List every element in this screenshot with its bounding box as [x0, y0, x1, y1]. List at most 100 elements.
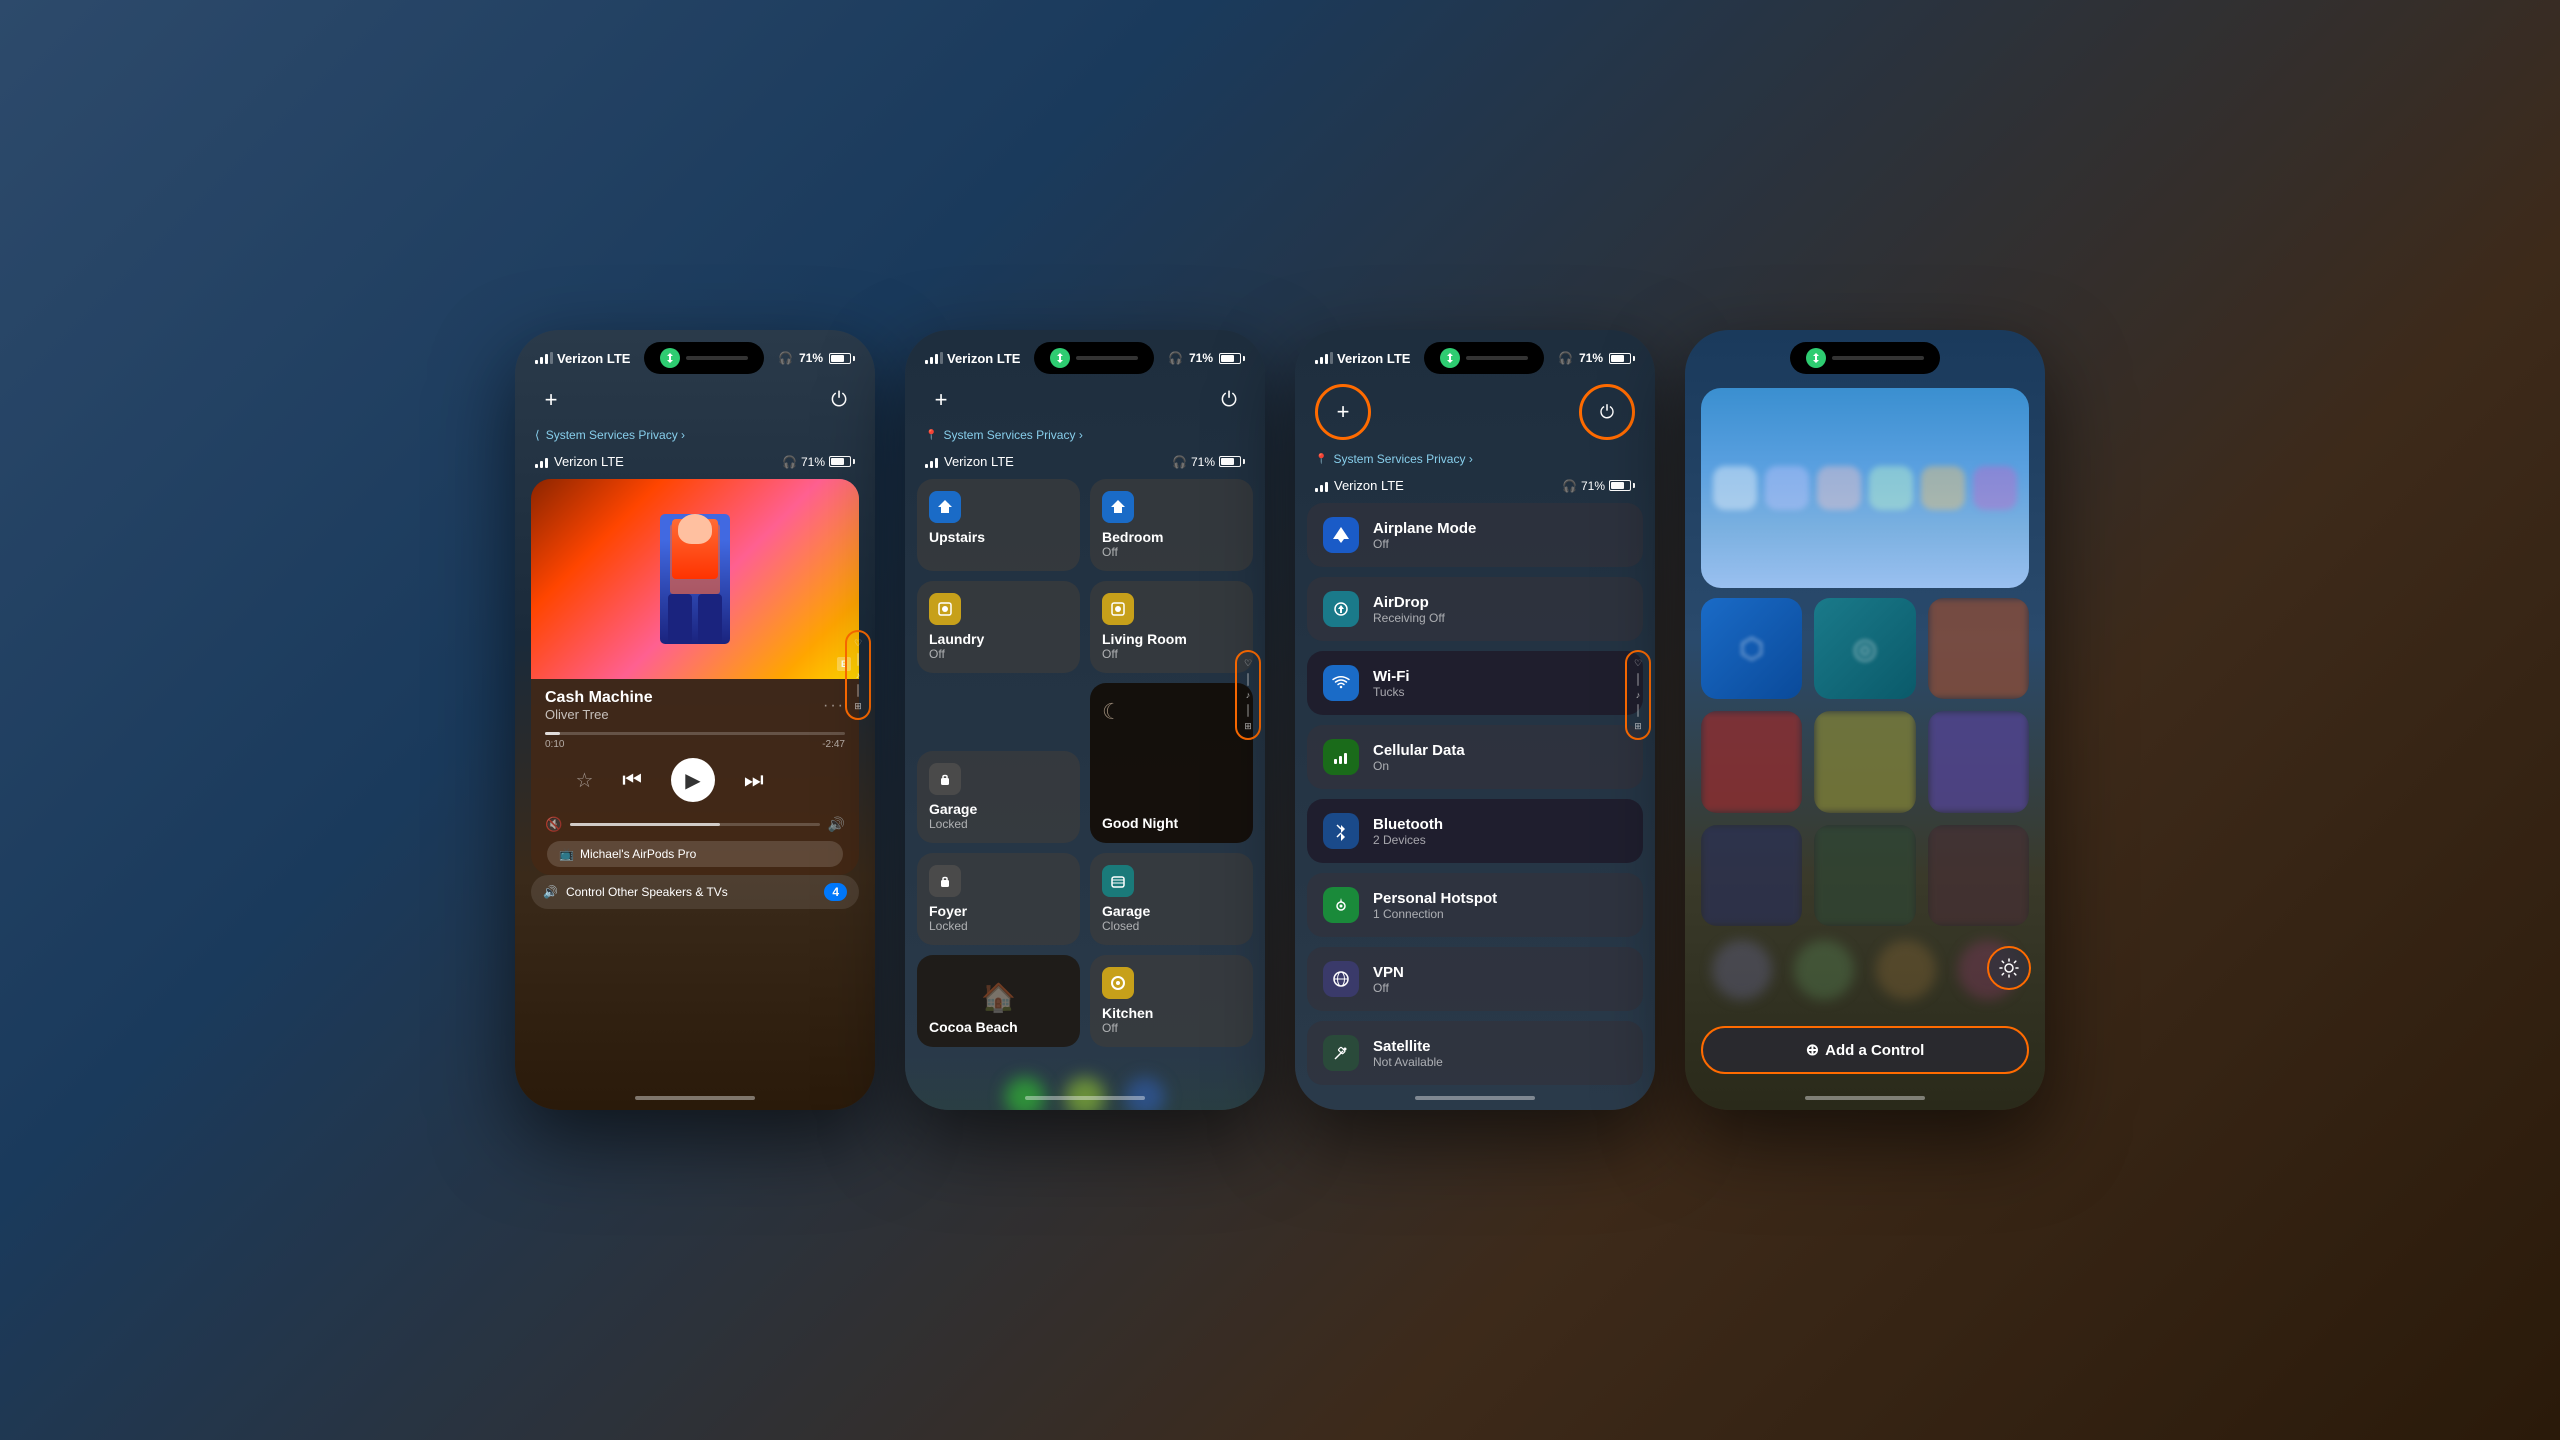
- signal-bar: [545, 354, 548, 364]
- tile-living-room[interactable]: Living Room Off: [1090, 581, 1253, 673]
- di-bar-3: [1466, 356, 1528, 360]
- scroll-pill-2-music: ♪: [1246, 690, 1251, 700]
- edit-tile-2[interactable]: ◎: [1814, 598, 1915, 699]
- sig-i2b: [930, 461, 933, 468]
- edit-tile-8[interactable]: [1814, 825, 1915, 926]
- blur-dot-3: [1125, 1077, 1165, 1110]
- rewind-button[interactable]: ⏮: [622, 767, 642, 793]
- tile-hotspot[interactable]: Personal Hotspot 1 Connection: [1307, 873, 1643, 937]
- status-left-1: Verizon LTE: [535, 351, 630, 366]
- edit-tile-4[interactable]: [1701, 711, 1802, 812]
- garage-locked-sublabel: Locked: [929, 817, 1068, 831]
- blurry-circle-1: [1712, 940, 1772, 1000]
- add-control-label: Add a Control: [1825, 1042, 1924, 1059]
- airplane-text: Airplane Mode Off: [1373, 520, 1627, 551]
- foyer-icon: [929, 865, 961, 897]
- dynamic-island-2: [1020, 342, 1168, 374]
- battery-text-1: 71%: [801, 455, 825, 469]
- favorite-button[interactable]: ☆: [575, 768, 593, 793]
- tile-foyer[interactable]: Foyer Locked: [917, 853, 1080, 945]
- power-icon-1[interactable]: ⏻: [823, 384, 855, 416]
- scroll-indicator-1: ♡ ♪ ⊞: [845, 630, 871, 720]
- edit-tile-7-icon: [1701, 825, 1802, 926]
- power-icon-2[interactable]: ⏻: [1213, 384, 1245, 416]
- signal-bar-2d: [940, 352, 943, 364]
- airplane-icon: [1323, 517, 1359, 553]
- tile-good-night[interactable]: ☾ Good Night: [1090, 683, 1253, 843]
- vpn-icon: [1323, 961, 1359, 997]
- tile-bedroom[interactable]: Bedroom Off: [1090, 479, 1253, 571]
- edit-tile-7[interactable]: [1701, 825, 1802, 926]
- edit-tile-1[interactable]: ⬡: [1701, 598, 1802, 699]
- scroll-div-3: [1637, 673, 1639, 686]
- speakers-control[interactable]: 🔊 Control Other Speakers & TVs 4: [531, 875, 859, 909]
- tile-vpn[interactable]: VPN Off: [1307, 947, 1643, 1011]
- scroll-div-2b: [1247, 704, 1249, 717]
- scroll-pill-icon-music: ♪: [856, 670, 861, 680]
- progress-container[interactable]: 0:10 -2:47: [531, 728, 859, 754]
- garage-closed-label: Garage: [1102, 903, 1241, 919]
- tile-garage-locked[interactable]: Garage Locked: [917, 751, 1080, 843]
- gear-circle-indicator[interactable]: [1987, 946, 2031, 990]
- edit-tile-9[interactable]: [1928, 825, 2029, 926]
- tile-kitchen[interactable]: Kitchen Off: [1090, 955, 1253, 1047]
- signal-bar-2c: [935, 354, 938, 364]
- edit-grid: ⬡ ◎: [1685, 598, 2045, 926]
- more-dots[interactable]: ···: [823, 697, 845, 715]
- tile-airdrop[interactable]: AirDrop Receiving Off: [1307, 577, 1643, 641]
- edit-tile-5[interactable]: [1814, 711, 1915, 812]
- power-button-orange[interactable]: ⏻: [1579, 384, 1635, 440]
- dynamic-island-pill-4: [1790, 342, 1940, 374]
- edit-tile-6[interactable]: [1928, 711, 2029, 812]
- fast-forward-button[interactable]: ⏭: [744, 767, 764, 793]
- wifi-icon: [1323, 665, 1359, 701]
- add-icon-2[interactable]: +: [925, 384, 957, 416]
- hp-icon-3: 🎧: [1558, 351, 1573, 365]
- tile-upstairs[interactable]: Upstairs: [917, 479, 1080, 571]
- airplay-button[interactable]: 📺 Michael's AirPods Pro: [547, 841, 843, 867]
- home-indicator-3: [1415, 1096, 1535, 1100]
- upstairs-icon: [929, 491, 961, 523]
- satellite-text: Satellite Not Available: [1373, 1038, 1627, 1069]
- edit-tile-2-icon: ◎: [1814, 598, 1915, 699]
- info-bar-3: Verizon LTE 🎧 71%: [1295, 474, 1655, 503]
- cellular-text: Cellular Data On: [1373, 742, 1627, 773]
- add-control-button[interactable]: ⊕ Add a Control: [1701, 1026, 2029, 1074]
- hp-icon-i3: 🎧: [1562, 479, 1577, 493]
- tile-garage-closed[interactable]: Garage Closed: [1090, 853, 1253, 945]
- sig-i2a: [925, 464, 928, 468]
- carrier-3: Verizon LTE: [1337, 351, 1410, 366]
- foyer-sublabel: Locked: [929, 919, 1068, 933]
- progress-times: 0:10 -2:47: [545, 739, 845, 750]
- edit-tile-3[interactable]: [1928, 598, 2029, 699]
- battery-pct-3: 71%: [1579, 351, 1603, 365]
- gear-icon: [1998, 957, 2020, 979]
- signal-bar: [540, 357, 543, 364]
- top-bar-3: + ⏻: [1295, 380, 1655, 448]
- blurry-circle-2: [1794, 940, 1854, 1000]
- status-left-3: Verizon LTE: [1315, 351, 1410, 366]
- bluetooth-subtitle: 2 Devices: [1373, 833, 1627, 847]
- play-button[interactable]: ▶: [671, 758, 715, 802]
- tile-laundry[interactable]: Laundry Off: [917, 581, 1080, 673]
- tile-bluetooth[interactable]: Bluetooth 2 Devices: [1307, 799, 1643, 863]
- progress-bar[interactable]: [545, 732, 845, 735]
- tile-cocoa-beach[interactable]: 🏠 Cocoa Beach: [917, 955, 1080, 1047]
- airplay-label: Michael's AirPods Pro: [580, 847, 696, 861]
- album-art-figure: [660, 514, 730, 644]
- tile-wifi[interactable]: Wi-Fi Tucks: [1307, 651, 1643, 715]
- kitchen-sublabel: Off: [1102, 1021, 1241, 1035]
- connectivity-list: Airplane Mode Off AirDrop Receiving Off: [1295, 503, 1655, 1085]
- add-button-orange[interactable]: +: [1315, 384, 1371, 440]
- speakers-badge: 4: [824, 883, 847, 901]
- battery-tip-1: [853, 356, 855, 361]
- volume-bar[interactable]: [570, 823, 819, 826]
- tile-satellite[interactable]: Satellite Not Available: [1307, 1021, 1643, 1085]
- add-icon-1[interactable]: +: [535, 384, 567, 416]
- privacy-bar-2: 📍 System Services Privacy ›: [905, 424, 1265, 450]
- headphones-icon-i1: 🎧: [782, 455, 797, 469]
- bluetooth-text: Bluetooth 2 Devices: [1373, 816, 1627, 847]
- tile-airplane-mode[interactable]: Airplane Mode Off: [1307, 503, 1643, 567]
- bat-tip-3: [1633, 356, 1635, 361]
- tile-cellular[interactable]: Cellular Data On: [1307, 725, 1643, 789]
